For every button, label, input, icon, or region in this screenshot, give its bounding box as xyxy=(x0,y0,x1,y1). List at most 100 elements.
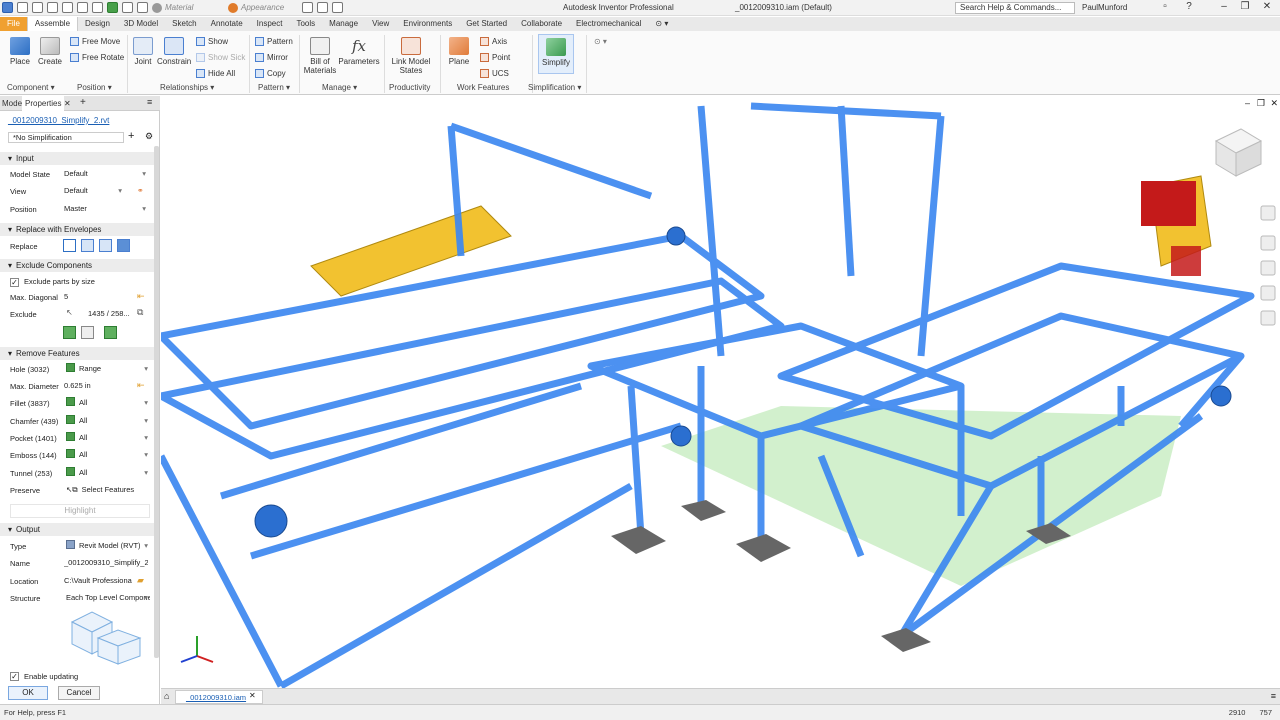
panel-menu-icon[interactable]: ≡ xyxy=(147,97,152,107)
appearance-dropdown[interactable]: Appearance xyxy=(228,2,298,13)
free-rotate-button[interactable]: Free Rotate xyxy=(70,53,124,62)
hide-all-button[interactable]: Hide All xyxy=(196,69,235,78)
max-diameter-input[interactable]: 0.625 in xyxy=(64,380,124,391)
tab-tools[interactable]: Tools xyxy=(289,17,322,31)
bill-of-materials-button[interactable]: Bill of Materials xyxy=(302,37,338,75)
adjust-icon[interactable] xyxy=(317,2,328,13)
tab-model[interactable]: Model xyxy=(2,99,24,108)
group-relationships[interactable]: Relationships ▾ xyxy=(160,83,214,92)
chamfer-select[interactable]: All xyxy=(66,415,150,426)
assembly-model[interactable] xyxy=(161,96,1280,688)
new-file-icon[interactable] xyxy=(2,2,13,13)
home-icon[interactable] xyxy=(77,2,88,13)
section-input[interactable]: Input xyxy=(0,152,156,165)
graphics-viewport[interactable]: – ❐ ✕ xyxy=(161,96,1280,688)
create-button[interactable]: Create xyxy=(36,37,64,66)
group-simplification[interactable]: Simplification ▾ xyxy=(528,83,581,92)
type-select[interactable]: Revit Model (RVT) xyxy=(66,540,150,551)
replace-box-icon[interactable] xyxy=(117,239,130,252)
restore-icon[interactable]: ❐ xyxy=(1236,1,1254,12)
viewport-minimize-icon[interactable]: – xyxy=(1245,98,1250,108)
section-remove-features[interactable]: Remove Features xyxy=(0,347,156,360)
fx-icon[interactable] xyxy=(332,2,343,13)
viewport-close-icon[interactable]: ✕ xyxy=(1270,98,1278,109)
simplification-select[interactable]: *No Simplification xyxy=(8,132,124,143)
highlight-button[interactable]: Highlight xyxy=(10,504,150,518)
preserve-select[interactable]: ↖⧉ Select Features xyxy=(66,484,150,495)
tab-assemble[interactable]: Assemble xyxy=(26,17,79,31)
material-dropdown[interactable]: Material xyxy=(152,2,224,13)
section-output[interactable]: Output xyxy=(0,523,156,536)
navigation-bar[interactable] xyxy=(1260,205,1276,326)
hole-select[interactable]: Range xyxy=(66,363,150,374)
tab-3d-model[interactable]: 3D Model xyxy=(117,17,165,31)
measure-icon[interactable]: ⇤ xyxy=(137,291,145,302)
group-manage[interactable]: Manage ▾ xyxy=(322,83,357,92)
open-file-icon[interactable] xyxy=(17,2,28,13)
cancel-button[interactable]: Cancel xyxy=(58,686,100,700)
replace-none-icon[interactable] xyxy=(63,239,76,252)
exclude-filter-icon[interactable]: ⧉ xyxy=(137,307,143,318)
copy-button[interactable]: Copy xyxy=(255,69,286,78)
tab-manage[interactable]: Manage xyxy=(322,17,365,31)
tab-file[interactable]: File xyxy=(0,17,27,31)
tab-list-icon[interactable]: ≡ xyxy=(1271,691,1276,701)
exclude-option-2-icon[interactable] xyxy=(81,326,94,339)
tab-sketch[interactable]: Sketch xyxy=(165,17,203,31)
view-select[interactable]: Default xyxy=(64,185,124,196)
help-search-input[interactable]: Search Help & Commands... xyxy=(955,2,1075,14)
group-pattern[interactable]: Pattern ▾ xyxy=(258,83,290,92)
close-tab-icon[interactable]: ✕ xyxy=(64,99,71,108)
parameters-button[interactable]: fx Parameters xyxy=(338,37,380,66)
exclude-option-3-icon[interactable] xyxy=(104,326,117,339)
measure-diameter-icon[interactable]: ⇤ xyxy=(137,380,145,391)
position-select[interactable]: Master xyxy=(64,203,148,214)
pocket-select[interactable]: All xyxy=(66,432,150,443)
group-position[interactable]: Position ▾ xyxy=(77,83,112,92)
link-view-icon[interactable]: ⚭ xyxy=(137,186,144,195)
select-icon[interactable] xyxy=(122,2,133,13)
save-icon[interactable] xyxy=(32,2,43,13)
tab-design[interactable]: Design xyxy=(78,17,117,31)
ribbon-extra-dropdown[interactable]: ⊙ ▾ xyxy=(594,37,607,46)
viewport-restore-icon[interactable]: ❐ xyxy=(1257,98,1265,109)
folder-icon[interactable]: ▰ xyxy=(137,575,144,586)
tab-collaborate[interactable]: Collaborate xyxy=(514,17,569,31)
tab-environments[interactable]: Environments xyxy=(396,17,459,31)
view-cube-icon[interactable] xyxy=(1214,128,1263,177)
tab-get-started[interactable]: Get Started xyxy=(459,17,514,31)
add-tab-icon[interactable]: + xyxy=(80,97,86,108)
ok-button[interactable]: OK xyxy=(8,686,48,700)
emboss-select[interactable]: All xyxy=(66,449,150,460)
output-file-link[interactable]: _0012009310_Simplify_2.rvt xyxy=(8,116,109,125)
update-icon[interactable] xyxy=(107,2,118,13)
plane-button[interactable]: Plane xyxy=(445,37,473,66)
ribbon-options-icon[interactable]: ⊙ ▾ xyxy=(648,17,675,31)
enable-updating-checkbox[interactable]: ✓ xyxy=(10,672,19,681)
tunnel-select[interactable]: All xyxy=(66,467,150,478)
exclude-by-size-checkbox[interactable]: ✓ xyxy=(10,278,19,287)
cancel-icon[interactable] xyxy=(137,2,148,13)
user-account[interactable]: PaulMunford xyxy=(1082,3,1127,12)
replace-parts-icon[interactable] xyxy=(99,239,112,252)
point-button[interactable]: Point xyxy=(480,53,510,62)
show-sick-button[interactable]: Show Sick xyxy=(196,53,245,62)
simplify-button[interactable]: Simplify xyxy=(538,34,574,74)
replace-grid-icon[interactable] xyxy=(81,239,94,252)
group-component[interactable]: Component ▾ xyxy=(7,83,55,92)
cart-icon[interactable]: ▫ xyxy=(1156,1,1174,12)
place-button[interactable]: Place xyxy=(6,37,34,66)
free-move-button[interactable]: Free Move xyxy=(70,37,120,46)
model-state-select[interactable]: Default xyxy=(64,168,148,179)
ucs-button[interactable]: UCS xyxy=(480,69,509,78)
joint-button[interactable]: Joint xyxy=(130,37,156,66)
undo-icon[interactable] xyxy=(47,2,58,13)
location-input[interactable]: C:\Vault Professional xyxy=(64,575,132,586)
settings-gear-icon[interactable]: ⚙ xyxy=(145,131,153,142)
help-icon[interactable]: ? xyxy=(1180,1,1198,12)
tab-annotate[interactable]: Annotate xyxy=(204,17,250,31)
section-replace-with-envelopes[interactable]: Replace with Envelopes xyxy=(0,223,156,236)
tab-properties[interactable]: Properties xyxy=(22,96,65,111)
name-input[interactable]: _0012009310_Simplify_2 xyxy=(64,557,148,568)
constrain-button[interactable]: Constrain xyxy=(157,37,191,66)
